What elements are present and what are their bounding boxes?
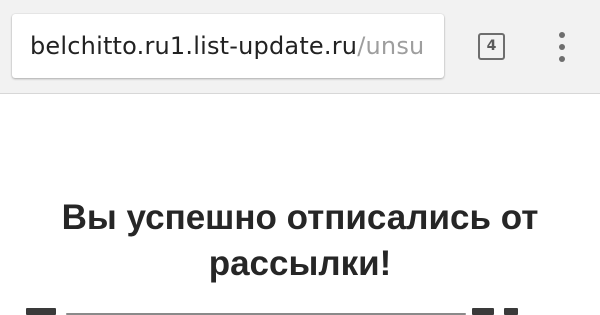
cut-off-text-line [26, 305, 574, 315]
menu-dot [559, 56, 565, 62]
url-host: belchitto.ru1.list-update.ru [30, 32, 358, 60]
browser-toolbar: belchitto.ru1.list-update.ru/unsu 4 [0, 0, 600, 94]
menu-dot [559, 32, 565, 38]
unsubscribe-heading: Вы успешно отписались от рассылки! [61, 198, 539, 283]
overflow-menu-icon[interactable] [546, 26, 578, 68]
url-path: /unsu [357, 32, 425, 60]
tab-switcher-button[interactable]: 4 [478, 33, 505, 60]
menu-dot [559, 44, 565, 50]
address-bar[interactable]: belchitto.ru1.list-update.ru/unsu [12, 14, 444, 78]
page-content: Вы успешно отписались от рассылки! [0, 95, 600, 315]
tab-count: 4 [486, 38, 497, 54]
url-text[interactable]: belchitto.ru1.list-update.ru/unsu [30, 14, 424, 78]
